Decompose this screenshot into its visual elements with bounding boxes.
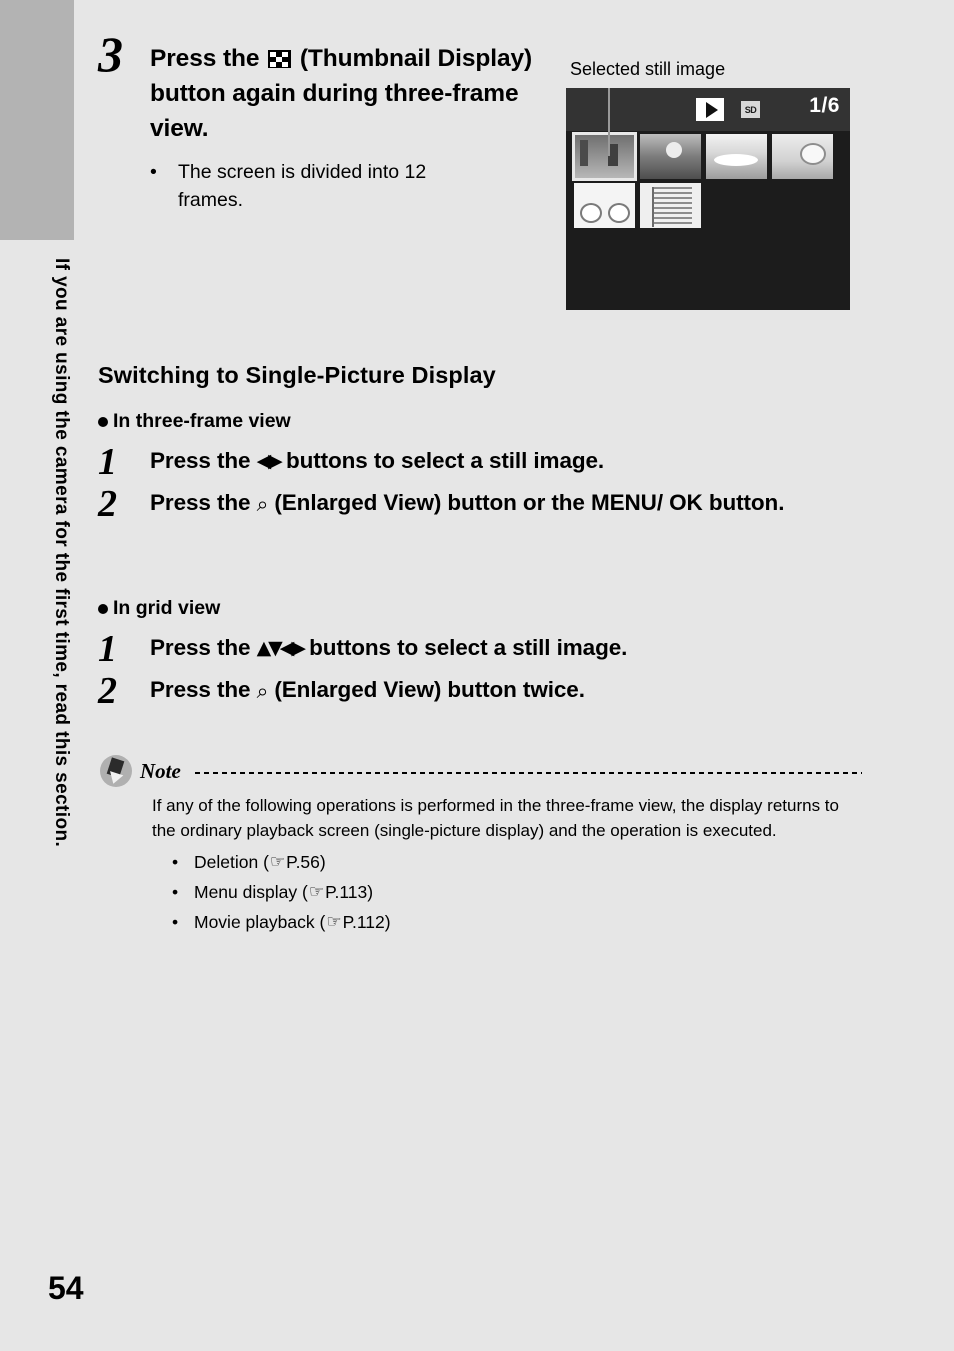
note-reference-list: • Deletion (☞ P.56) • Menu display (☞ P.11… <box>172 847 862 937</box>
step-3-block: 3 Press the (Thumbnail Display) button a… <box>98 26 548 214</box>
enlarged-view-magnifier-icon: ⌕ <box>256 679 269 703</box>
note-pencil-icon <box>100 755 132 787</box>
pointing-hand-icon: ☞ <box>269 852 286 872</box>
step-row: 2 Press the ⌕ (Enlarged View) button or … <box>98 483 868 525</box>
step-text-before: Press the <box>150 448 257 473</box>
thumbnail-display-icon <box>268 50 292 68</box>
procedure-three-frame-view: In three-frame view 1 Press the ◀▶ butto… <box>98 410 868 525</box>
note-item-label: Deletion ( <box>194 852 269 872</box>
step-text-before: Press the <box>150 677 257 702</box>
side-running-head: If you are using the camera for the firs… <box>38 258 82 1048</box>
step-3-row: 3 Press the (Thumbnail Display) button a… <box>98 26 548 146</box>
section-heading: Switching to Single-Picture Display <box>98 362 496 388</box>
thumbnail-grid <box>572 132 844 232</box>
side-running-head-text: If you are using the camera for the firs… <box>51 258 72 848</box>
note-item-label: Menu display ( <box>194 882 308 902</box>
step-3-bullet-text: The screen is divided into 12 frames. <box>178 161 427 211</box>
step-text: Press the ▲▼◀▶ buttons to select a still… <box>150 628 627 665</box>
step-row: 1 Press the ◀▶ buttons to select a still… <box>98 441 868 483</box>
sd-card-icon: SD <box>741 101 760 118</box>
page-number: 54 <box>48 1270 84 1306</box>
lead-bullet-icon <box>98 603 108 614</box>
thumbnail-3[interactable] <box>706 134 767 179</box>
procedure-lead-grid: In grid view <box>98 597 868 620</box>
step-3-number: 3 <box>98 26 123 82</box>
step-3-title: Press the (Thumbnail Display) button aga… <box>150 30 548 146</box>
note-list-item: • Menu display (☞ P.113) <box>172 877 862 907</box>
bullet-dot-icon: • <box>172 852 179 872</box>
step-text-after: buttons to select a still image. <box>303 635 628 660</box>
bullet-dot-icon: • <box>172 882 179 902</box>
step-3-title-part1: Press the <box>150 45 267 72</box>
lead-bullet-icon <box>98 416 108 427</box>
step-3-bullets: • The screen is divided into 12 frames. <box>150 158 548 214</box>
step-row: 1 Press the ▲▼◀▶ buttons to select a sti… <box>98 628 868 670</box>
thumbnail-row <box>572 132 844 181</box>
figure-caption: Selected still image <box>570 59 726 79</box>
thumbnail-5[interactable] <box>574 183 635 228</box>
step-number: 2 <box>98 483 117 525</box>
caption-leader-line <box>608 88 610 156</box>
step-text-after: (Enlarged View) button or the MENU/ OK b… <box>268 490 785 515</box>
note-item-ref[interactable]: P.112) <box>343 907 391 937</box>
note-list-item: • Movie playback (☞ P.112) <box>172 907 862 937</box>
step-row: 2 Press the ⌕ (Enlarged View) button twi… <box>98 670 868 712</box>
step-text-after: buttons to select a still image. <box>279 448 605 473</box>
step-text-before: Press the <box>150 635 257 660</box>
note-header: Note <box>100 755 862 787</box>
procedure-grid-view: In grid view 1 Press the ▲▼◀▶ buttons to… <box>98 597 868 712</box>
procedure-lead-text: In grid view <box>113 597 221 619</box>
camera-screen-figure: Selected still image SD 1/6 <box>566 58 852 310</box>
pointing-hand-icon: ☞ <box>308 882 325 902</box>
step-3-bullet-item: • The screen is divided into 12 frames. <box>150 158 548 214</box>
step-text-before: Press the <box>150 490 257 515</box>
step-number: 1 <box>98 441 117 483</box>
note-body-text: If any of the following operations is pe… <box>152 796 839 840</box>
step-text: Press the ⌕ (Enlarged View) button or th… <box>150 483 784 521</box>
step-number: 2 <box>98 670 117 712</box>
note-item-ref[interactable]: P.56) <box>286 847 326 877</box>
thumbnail-6[interactable] <box>640 183 701 228</box>
step-number: 1 <box>98 628 117 670</box>
bullet-dot-icon: • <box>150 161 157 183</box>
frame-counter: 1/6 <box>809 94 840 117</box>
thumbnail-1-selected[interactable] <box>572 132 637 181</box>
left-right-arrow-icons: ◀▶ <box>256 450 283 472</box>
procedure-lead-three-frame: In three-frame view <box>98 410 868 433</box>
step-text: Press the ⌕ (Enlarged View) button twice… <box>150 670 585 708</box>
procedure-lead-text: In three-frame view <box>113 410 291 432</box>
step-text-after: (Enlarged View) button twice. <box>268 677 585 702</box>
note-list-item: • Deletion (☞ P.56) <box>172 847 862 877</box>
step-3-body: Press the (Thumbnail Display) button aga… <box>150 30 548 146</box>
pointing-hand-icon: ☞ <box>326 912 342 932</box>
thumbnail-4[interactable] <box>772 134 833 179</box>
note-dotted-rule <box>194 772 862 774</box>
play-icon <box>696 98 724 121</box>
edge-index-tab <box>0 0 74 240</box>
thumbnail-2[interactable] <box>640 134 701 179</box>
note-item-label: Movie playback ( <box>194 912 326 932</box>
enlarged-view-magnifier-icon: ⌕ <box>256 492 269 516</box>
note-item-ref[interactable]: P.113) <box>325 877 373 907</box>
four-way-arrow-icons: ▲▼◀▶ <box>256 637 306 659</box>
note-title: Note <box>140 758 181 783</box>
bullet-dot-icon: • <box>172 912 179 932</box>
thumbnail-row <box>574 183 844 228</box>
lcd-screen: SD 1/6 <box>566 88 850 310</box>
step-text: Press the ◀▶ buttons to select a still i… <box>150 441 604 478</box>
note-box: Note If any of the following operations … <box>100 755 862 937</box>
